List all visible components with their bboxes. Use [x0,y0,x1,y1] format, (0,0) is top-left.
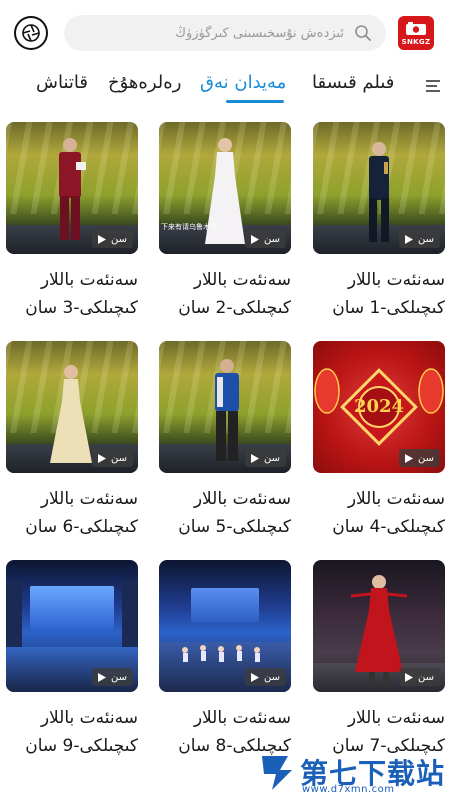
site-watermark: 第七下载站 www.d7xmn.com [258,750,448,796]
video-badge: سن [92,449,133,467]
video-badge: سن [245,668,286,686]
video-card[interactable]: سن سەنئەت باللار كىچىلكى-6 سان [6,341,138,541]
video-thumbnail[interactable]: سن [159,341,291,473]
camera-shutter-icon[interactable] [14,16,48,50]
video-thumbnail[interactable]: 2024 سن [313,341,445,473]
year-label: 2024 [353,396,405,417]
tab-short-film[interactable]: فىلم قىسقا [312,72,394,93]
video-card[interactable]: سن سەنئەت باللار كىچىلكى-8 سان [159,560,291,760]
video-badge: سن [245,449,286,467]
performer-figure [59,138,86,240]
video-title[interactable]: سەنئەت باللار كىچىلكى-6 سان [6,485,138,541]
performer-figure [205,138,245,244]
dancers-group [182,645,260,662]
top-bar: ئىزدەش نۇسخىسىنى كىرگۈزۈڭ SNKGZ [0,0,450,64]
play-icon [405,672,413,682]
play-icon [251,672,259,682]
tab-entries[interactable]: رەلرەھۇخ [108,72,181,93]
video-thumbnail[interactable]: سن [313,560,445,692]
video-thumbnail[interactable]: سن [6,341,138,473]
video-card[interactable]: سن سەنئەت باللار كىچىلكى-5 سان [159,341,291,541]
video-thumbnail[interactable]: سن [6,560,138,692]
video-badge: سن [245,230,286,248]
video-title[interactable]: سەنئەت باللار كىچىلكى-3 سان [6,266,138,322]
video-card[interactable]: 下来有请乌鲁木齐 سن سەنئەت باللار كىچىلكى-2 سان [159,122,291,322]
video-thumbnail[interactable]: 下来有请乌鲁木齐 سن [159,122,291,254]
video-thumbnail[interactable]: سن [159,560,291,692]
search-input[interactable]: ئىزدەش نۇسخىسىنى كىرگۈزۈڭ [64,15,386,51]
play-icon [405,453,413,463]
video-title[interactable]: سەنئەت باللار كىچىلكى-5 سان [159,485,291,541]
video-card[interactable]: سن سەنئەت باللار كىچىلكى-9 سان [6,560,138,760]
play-icon [405,234,413,244]
video-badge: سن [399,668,440,686]
video-card[interactable]: سن سەنئەت باللار كىچىلكى-7 سان [313,560,445,760]
video-badge: سن [399,230,440,248]
video-title[interactable]: سەنئەت باللار كىچىلكى-1 سان [313,266,445,322]
performer-figure [50,365,92,463]
play-icon [251,234,259,244]
play-icon [251,453,259,463]
play-icon [98,234,106,244]
menu-icon[interactable] [424,78,442,98]
video-card[interactable]: 2024 سن سەنئەت باللار كىچىلكى-4 سان [313,341,445,541]
video-badge: سن [399,449,440,467]
tab-live-scene[interactable]: مەيدان نەق [200,72,286,93]
search-icon [354,24,372,42]
performer-figure [369,142,389,242]
watermark-logo-icon [262,756,292,790]
thumbnail-caption: 下来有请乌鲁木齐 [161,223,217,231]
video-thumbnail[interactable]: سن [6,122,138,254]
app-logo[interactable]: SNKGZ [398,16,434,50]
video-badge: سن [92,668,133,686]
category-tabs: قاتناش رەلرەھۇخ مەيدان نەق فىلم قىسقا [0,64,450,110]
active-tab-indicator [226,100,284,103]
play-icon [98,672,106,682]
play-icon [98,453,106,463]
watermark-url: www.d7xmn.com [302,784,395,795]
tab-participation[interactable]: قاتناش [36,72,88,93]
video-title[interactable]: سەنئەت باللار كىچىلكى-9 سان [6,704,138,760]
video-card[interactable]: سن سەنئەت باللار كىچىلكى-3 سان [6,122,138,322]
video-title[interactable]: سەنئەت باللار كىچىلكى-2 سان [159,266,291,322]
performer-figure [215,359,239,461]
search-placeholder: ئىزدەش نۇسخىسىنى كىرگۈزۈڭ [175,25,344,41]
logo-text: SNKGZ [401,37,431,46]
video-thumbnail[interactable]: سن [313,122,445,254]
video-badge: سن [92,230,133,248]
video-card[interactable]: سن سەنئەت باللار كىچىلكى-1 سان [313,122,445,322]
video-title[interactable]: سەنئەت باللار كىچىلكى-4 سان [313,485,445,541]
